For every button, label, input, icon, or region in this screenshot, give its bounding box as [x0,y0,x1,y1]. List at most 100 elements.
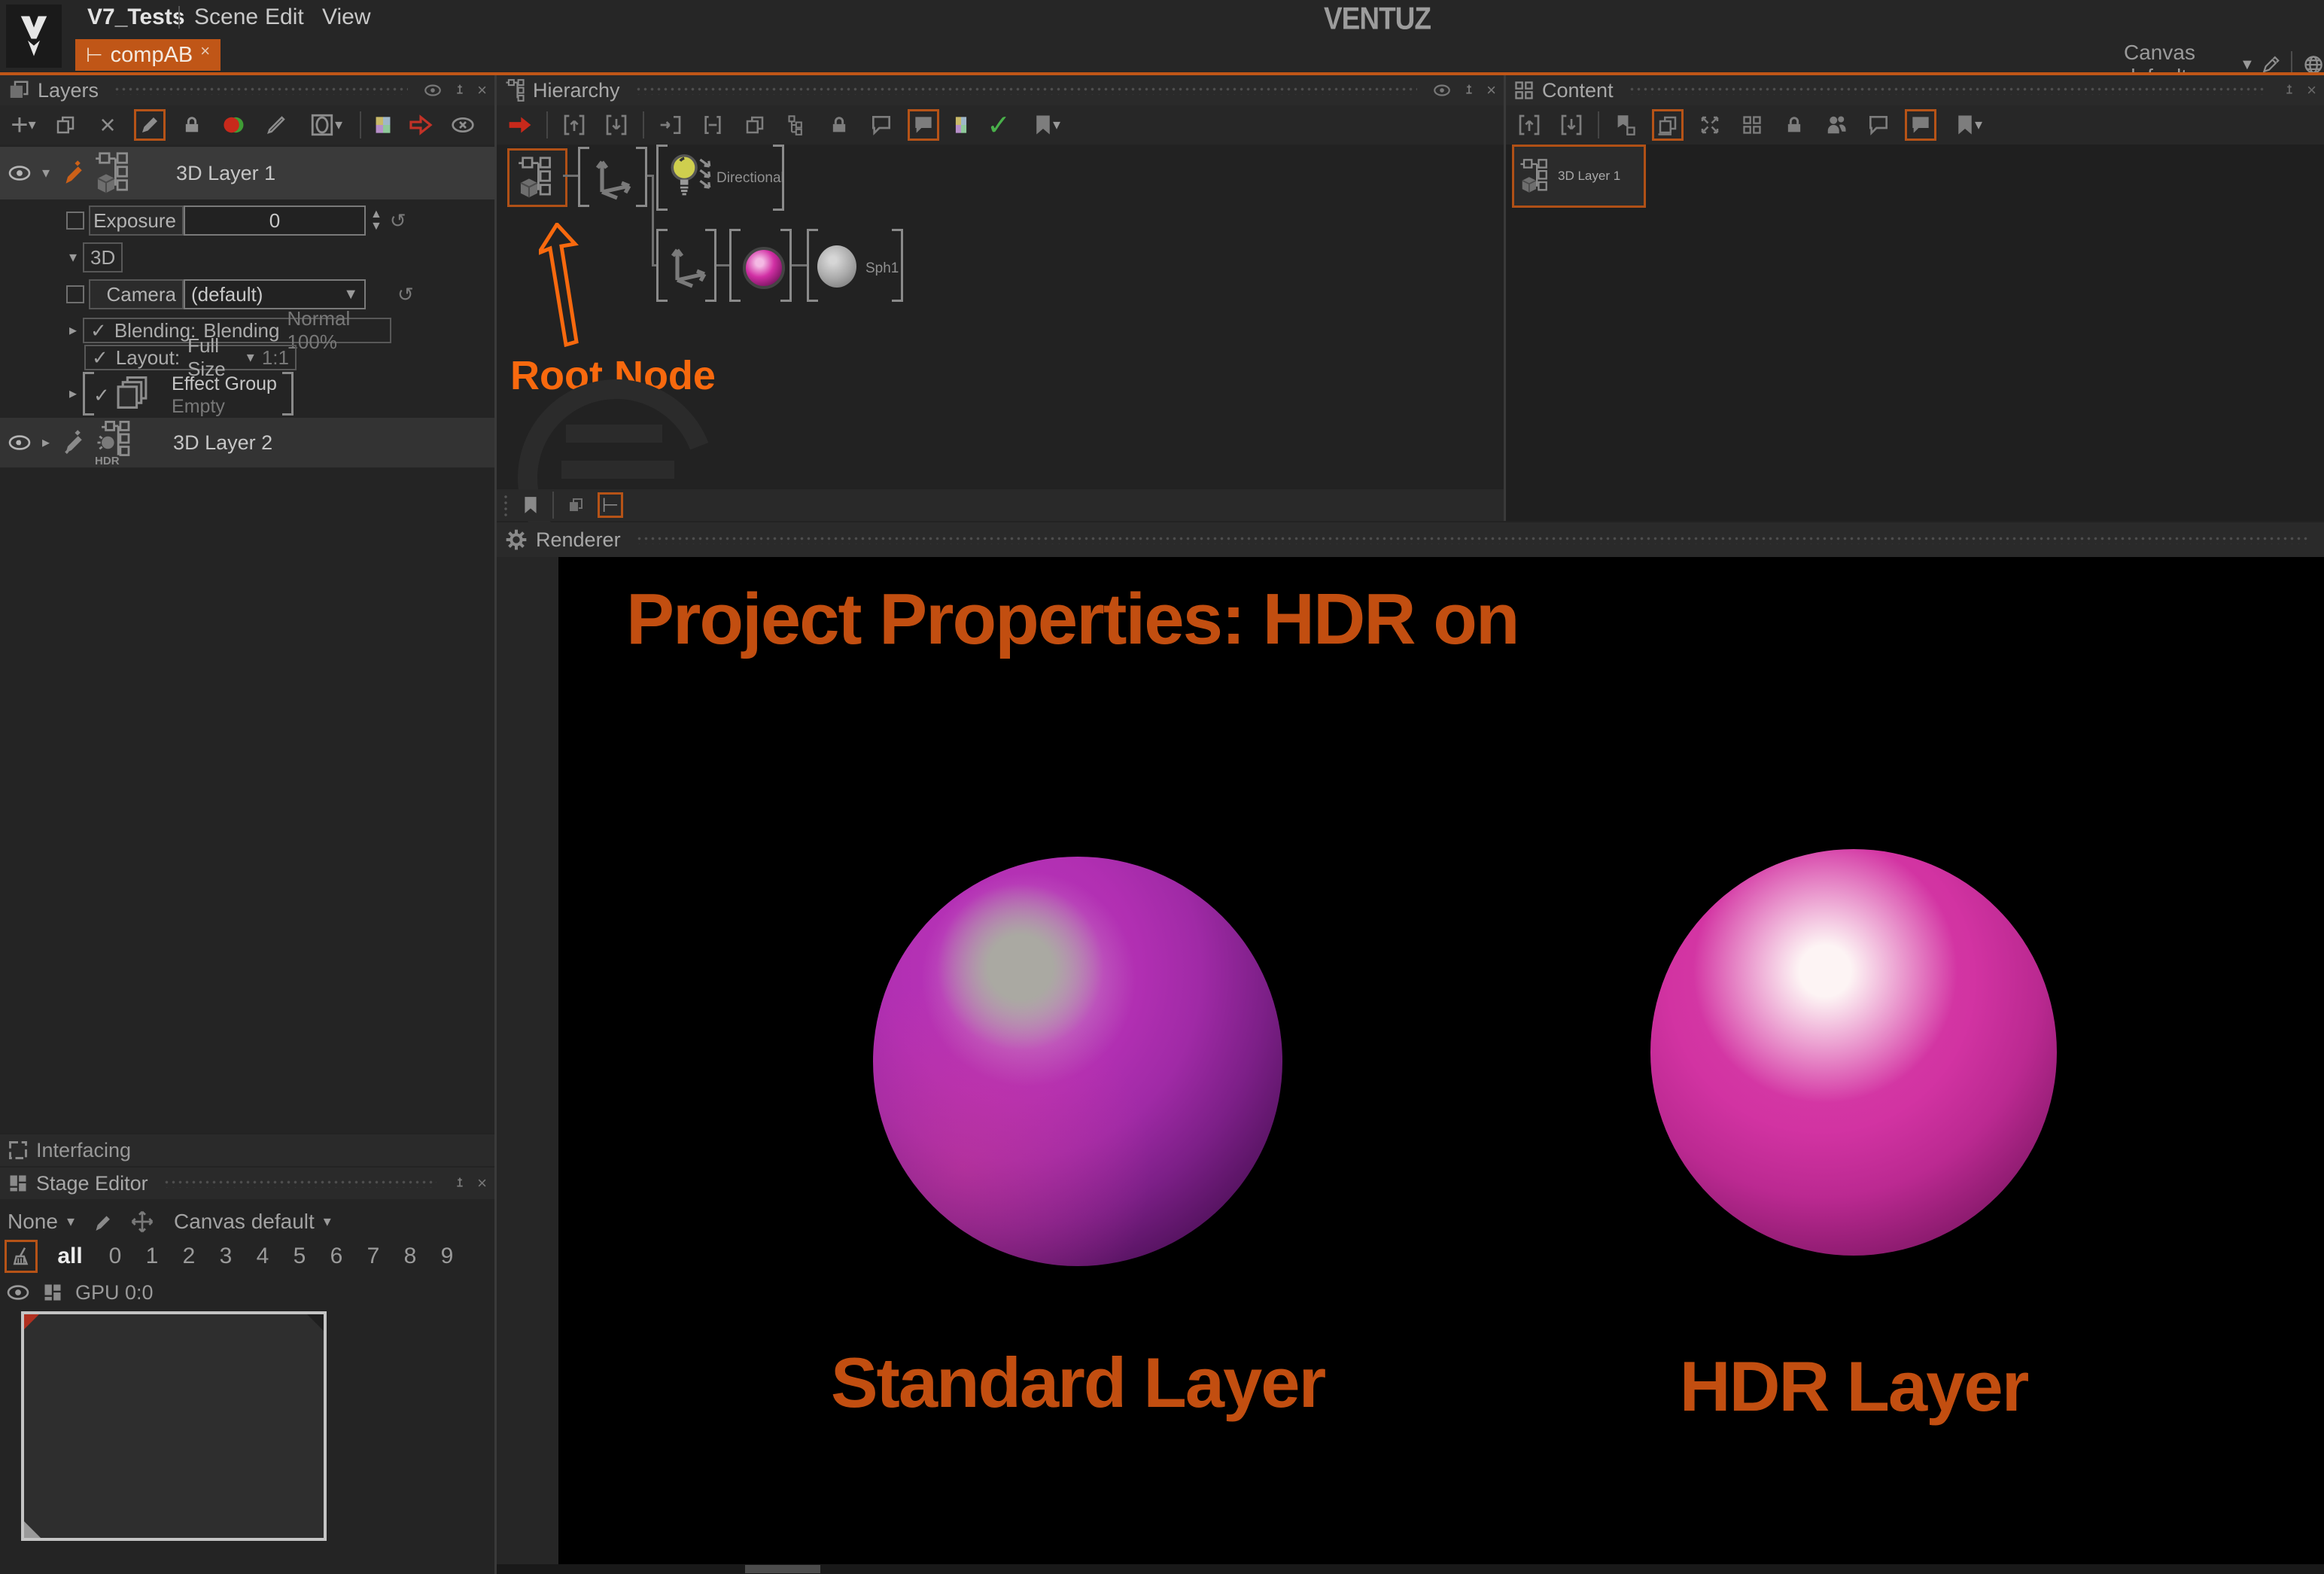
bookmark-tab-icon[interactable] [518,492,543,518]
pin-icon[interactable] [452,1175,468,1192]
lock-icon[interactable] [176,109,208,141]
channel-1[interactable]: 1 [139,1244,165,1269]
hierarchy-panel-header[interactable]: Hierarchy × [497,75,1504,105]
bookmark-icon[interactable]: ▾ [1947,109,1991,141]
import-content-button[interactable] [1556,109,1587,141]
visibility-eye-icon[interactable] [8,163,32,183]
group-3d-box[interactable]: 3D [83,242,123,272]
delete-layer-button[interactable]: × [92,109,123,141]
expand-icon[interactable]: ▸ [69,323,77,338]
axes-node[interactable] [656,229,716,302]
panel-drag-dots[interactable] [163,1179,437,1188]
pin-icon[interactable] [2281,82,2298,99]
tab-compab[interactable]: ⊢ compAB × [75,39,221,71]
import-node-button[interactable] [601,109,632,141]
group-3d-row[interactable]: ▾ 3D [0,241,493,274]
expand-icon[interactable] [1694,109,1726,141]
visibility-eye-icon[interactable] [8,433,32,452]
channel-2[interactable]: 2 [176,1244,202,1269]
stage-editor-header[interactable]: Stage Editor × [0,1168,494,1199]
stage-canvas-select[interactable]: Canvas default [174,1210,315,1234]
comment-filled-icon[interactable] [1905,109,1936,141]
move-icon[interactable] [130,1210,154,1234]
channel-0[interactable]: 0 [102,1244,128,1269]
close-icon[interactable]: × [477,81,487,100]
menu-scene[interactable]: Scene [194,5,258,30]
add-layer-button[interactable]: +▾ [8,109,39,141]
stage-preview[interactable] [21,1311,327,1541]
sphere-node[interactable]: Sph1 [807,229,903,302]
channel-5[interactable]: 5 [287,1244,312,1269]
users-icon[interactable] [1821,109,1852,141]
expand-icon[interactable]: ▸ [69,386,77,401]
menu-project[interactable]: V7_Tests [87,5,185,30]
renderer-header[interactable]: Renderer [497,522,2324,557]
flag-asset-icon[interactable] [1610,109,1641,141]
pin-icon[interactable] [1461,82,1477,99]
material-node[interactable] [729,229,792,302]
reset-icon[interactable]: ↺ [397,285,414,304]
wrap-node-button[interactable] [697,109,729,141]
render-canvas[interactable]: Project Properties: HDR on Standard Laye… [558,557,2324,1564]
panel-drag-dots[interactable] [114,86,408,95]
panel-drag-dots[interactable] [635,86,1418,95]
hierarchy-graph[interactable]: Directional Sph1 [497,145,1504,489]
collapse-icon[interactable]: ▾ [42,166,50,181]
menu-edit[interactable]: Edit [265,5,304,30]
channel-8[interactable]: 8 [397,1244,423,1269]
broom-icon[interactable] [5,1240,38,1273]
layer-row-3d-layer-2[interactable]: ▸ HDR 3D Layer 2 [0,418,500,467]
validate-check-icon[interactable]: ✓ [983,109,1014,141]
eye-icon[interactable] [6,1283,30,1302]
panel-drag-dots[interactable] [1629,86,2267,95]
collapse-icon[interactable]: ▾ [69,250,77,265]
close-icon[interactable]: × [1486,81,1496,100]
channel-3[interactable]: 3 [213,1244,239,1269]
panel-divider[interactable] [1504,75,1506,521]
channel-all[interactable]: all [49,1244,91,1269]
grid-view-icon[interactable] [1736,109,1768,141]
paint-brush-icon[interactable] [260,109,292,141]
comment-filled-icon[interactable] [908,109,939,141]
channel-9[interactable]: 9 [434,1244,460,1269]
scrollbar-thumb[interactable] [745,1565,820,1573]
panel-divider[interactable] [494,75,497,1574]
root-node[interactable] [507,148,567,207]
ventuz-logo[interactable] [6,5,62,68]
content-panel-header[interactable]: Content × [1506,75,2324,105]
export-node-button[interactable] [558,109,590,141]
edit-pencil-icon[interactable] [91,1210,111,1233]
stage-mode-select[interactable]: None [8,1210,58,1234]
comment-icon[interactable] [1863,109,1894,141]
tab-close-icon[interactable]: × [200,41,210,61]
expand-icon[interactable]: ▸ [42,435,50,450]
pages-tab-icon[interactable] [563,492,589,518]
bookmark-icon[interactable]: ▾ [1025,109,1069,141]
horizontal-scrollbar[interactable] [497,1564,2324,1574]
export-content-button[interactable] [1513,109,1545,141]
panel-drag-dots[interactable] [636,535,2309,544]
edit-layer-button[interactable] [134,109,166,141]
edit-pencil-icon[interactable] [60,430,83,455]
close-icon[interactable]: × [2307,81,2316,100]
jump-arrow-icon[interactable] [405,109,437,141]
channel-7[interactable]: 7 [360,1244,386,1269]
hide-eye-icon[interactable] [447,109,479,141]
tab-branch-tab[interactable]: ⊢ [598,492,623,518]
camera-checkbox[interactable] [66,285,84,303]
lock-icon[interactable] [1778,109,1810,141]
comment-icon[interactable] [865,109,897,141]
layers-panel-header[interactable]: Layers × [0,75,494,105]
directional-light-node[interactable]: Directional [656,145,784,211]
exposure-stepper[interactable]: ▲ ▼ [370,209,382,233]
exposure-input[interactable]: 0 [184,206,366,236]
exposure-checkbox[interactable] [66,212,84,230]
pin-icon[interactable] [452,82,468,99]
layout-row[interactable]: ✓ Layout: Full Size ▾ 1:1 [0,345,493,370]
subtree-icon[interactable] [781,109,813,141]
duplicate-layer-button[interactable] [50,109,81,141]
palette-icon[interactable] [950,109,972,141]
blending-row[interactable]: ▸ ✓ Blending: Blending Normal 100% [0,318,493,343]
camera-dropdown[interactable]: (default) ▼ [184,279,366,309]
duplicate-content-button[interactable] [1652,109,1684,141]
